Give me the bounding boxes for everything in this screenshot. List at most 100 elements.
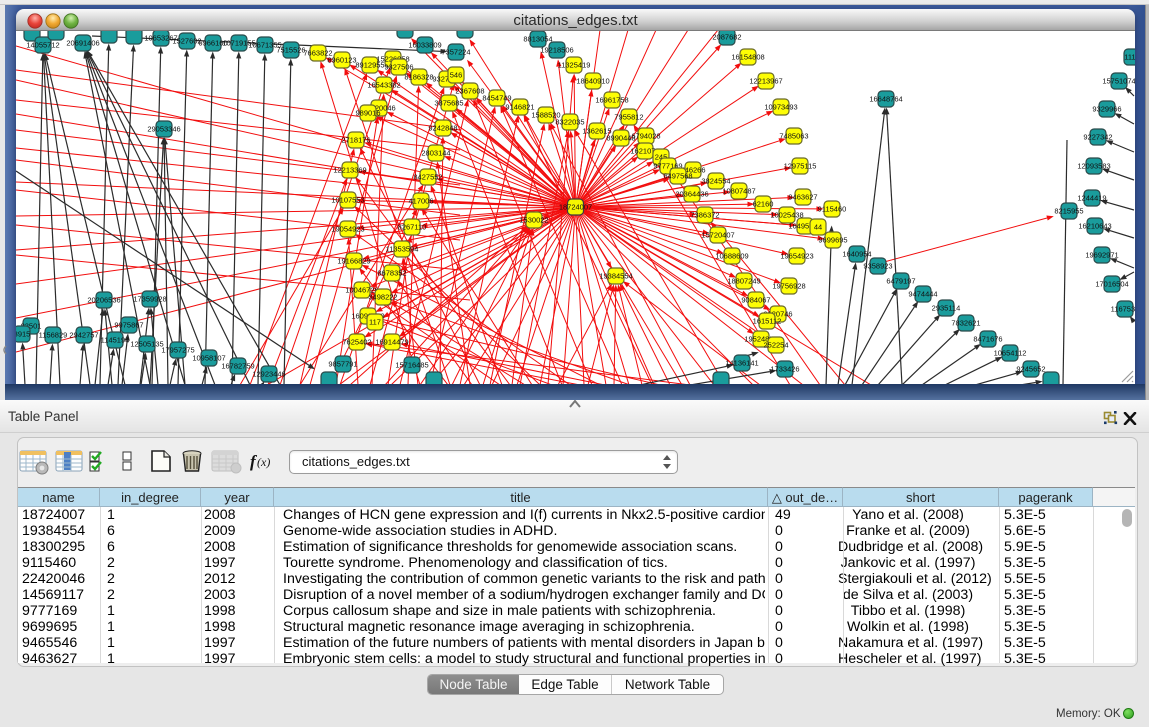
- svg-text:12093583: 12093583: [1077, 162, 1110, 171]
- svg-text:(x): (x): [257, 455, 270, 469]
- svg-text:3875685: 3875685: [434, 99, 463, 108]
- svg-text:16914479: 16914479: [375, 338, 408, 347]
- svg-text:12975115: 12975115: [784, 162, 817, 171]
- svg-text:7832621: 7832621: [951, 319, 980, 328]
- svg-text:9857791: 9857791: [328, 360, 357, 369]
- svg-text:9327506: 9327506: [384, 63, 413, 72]
- svg-text:252254: 252254: [763, 341, 788, 350]
- svg-text:2718176: 2718176: [341, 136, 370, 145]
- svg-text:20691406: 20691406: [66, 39, 99, 48]
- svg-text:8471676: 8471676: [973, 335, 1002, 344]
- svg-text:1733426: 1733426: [770, 365, 799, 374]
- svg-text:14055712: 14055712: [26, 41, 59, 50]
- svg-text:6497568: 6497568: [663, 172, 692, 181]
- svg-text:16033809: 16033809: [408, 41, 441, 50]
- svg-text:1615112: 1615112: [753, 317, 782, 326]
- svg-text:12213369: 12213369: [333, 166, 366, 175]
- svg-text:1530022: 1530022: [519, 216, 548, 225]
- svg-text:8813054: 8813054: [523, 35, 552, 44]
- svg-text:117: 117: [369, 318, 381, 327]
- svg-text:15720407: 15720407: [701, 231, 734, 240]
- svg-text:1156829: 1156829: [39, 331, 68, 340]
- svg-text:8267110: 8267110: [398, 223, 427, 232]
- svg-text:9975867: 9975867: [114, 321, 143, 330]
- svg-text:7515526: 7515526: [276, 46, 305, 55]
- svg-text:417006: 417006: [408, 197, 433, 206]
- svg-text:62160: 62160: [753, 200, 774, 209]
- svg-text:17359928: 17359928: [133, 295, 166, 304]
- svg-text:10973493: 10973493: [764, 103, 797, 112]
- svg-text:17957275: 17957275: [161, 346, 194, 355]
- svg-text:12505135: 12505135: [130, 340, 163, 349]
- svg-text:17016504: 17016504: [1095, 280, 1128, 289]
- svg-text:44: 44: [814, 223, 822, 232]
- svg-text:19054923: 19054923: [331, 225, 364, 234]
- svg-text:11353594: 11353594: [386, 245, 419, 254]
- svg-text:16154808: 16154808: [731, 53, 764, 62]
- svg-text:10107553: 10107553: [331, 196, 364, 205]
- svg-text:11325419: 11325419: [558, 61, 591, 70]
- svg-text:9146821: 9146821: [505, 103, 534, 112]
- svg-text:9245652: 9245652: [1016, 365, 1045, 374]
- svg-text:20364436: 20364436: [675, 190, 708, 199]
- svg-text:14136141: 14136141: [725, 359, 758, 368]
- svg-text:9358923: 9358923: [863, 262, 892, 271]
- svg-text:2942757: 2942757: [69, 331, 98, 340]
- svg-text:16961758: 16961758: [595, 96, 628, 105]
- svg-text:8427552: 8427552: [413, 173, 442, 182]
- svg-text:2087682: 2087682: [712, 33, 741, 42]
- svg-text:8678352: 8678352: [377, 269, 406, 278]
- svg-text:546: 546: [450, 71, 463, 80]
- svg-text:18807249: 18807249: [727, 277, 760, 286]
- svg-text:9474444: 9474444: [908, 290, 937, 299]
- svg-text:2367608: 2367608: [455, 87, 484, 96]
- svg-text:19166829: 19166829: [337, 257, 370, 266]
- svg-text:9699695: 9699695: [818, 236, 847, 245]
- svg-text:7386372: 7386372: [690, 211, 719, 220]
- svg-text:20206536: 20206536: [87, 296, 120, 305]
- svg-text:1145194: 1145194: [101, 336, 130, 345]
- svg-text:19692971: 19692971: [1085, 251, 1118, 260]
- svg-text:2935114: 2935114: [932, 304, 961, 313]
- svg-text:19218506: 19218506: [540, 46, 573, 55]
- svg-text:2803144: 2803144: [421, 149, 450, 158]
- svg-text:8215955: 8215955: [1054, 207, 1083, 216]
- svg-text:9329966: 9329966: [1092, 105, 1121, 114]
- svg-text:6794028: 6794028: [631, 132, 660, 141]
- svg-text:16543382: 16543382: [367, 81, 400, 90]
- svg-text:9227342: 9227342: [1083, 133, 1112, 142]
- svg-text:1244419: 1244419: [1077, 194, 1106, 203]
- svg-text:9242848: 9242848: [428, 124, 457, 133]
- svg-text:7357224: 7357224: [441, 48, 470, 57]
- svg-text:9463627: 9463627: [788, 193, 817, 202]
- svg-text:1112: 1112: [1124, 53, 1135, 62]
- svg-text:8322035: 8322035: [555, 118, 584, 127]
- svg-text:12213967: 12213967: [749, 77, 782, 86]
- svg-text:3498222: 3498222: [368, 293, 397, 302]
- svg-text:10807487: 10807487: [722, 187, 755, 196]
- svg-text:8454749: 8454749: [482, 94, 511, 103]
- svg-text:9084067: 9084067: [741, 296, 770, 305]
- svg-text:989016: 989016: [355, 109, 380, 118]
- svg-text:18724007: 18724007: [559, 203, 592, 212]
- svg-text:7955812: 7955812: [614, 113, 643, 122]
- svg-text:16648764: 16648764: [869, 95, 902, 104]
- svg-text:1167533: 1167533: [1111, 305, 1135, 314]
- svg-text:12923446: 12923446: [252, 370, 285, 379]
- svg-text:7485063: 7485063: [779, 132, 808, 141]
- svg-text:15751074: 15751074: [1102, 77, 1135, 86]
- svg-text:6479197: 6479197: [886, 277, 915, 286]
- svg-text:7625402: 7625402: [342, 338, 371, 347]
- svg-text:29053346: 29053346: [147, 125, 180, 134]
- svg-text:15716485: 15716485: [395, 361, 428, 370]
- svg-text:19384554: 19384554: [599, 272, 632, 281]
- svg-text:8960123: 8960123: [327, 56, 356, 65]
- svg-text:8186328: 8186328: [404, 73, 433, 82]
- svg-text:19654923: 19654923: [780, 252, 813, 261]
- svg-text:16210643: 16210643: [1078, 222, 1111, 231]
- svg-text:3915: 3915: [16, 330, 30, 339]
- svg-text:9115460: 9115460: [818, 205, 847, 214]
- svg-text:1527602: 1527602: [172, 37, 201, 46]
- svg-text:10654112: 10654112: [994, 349, 1027, 358]
- svg-text:19756928: 19756928: [772, 282, 805, 291]
